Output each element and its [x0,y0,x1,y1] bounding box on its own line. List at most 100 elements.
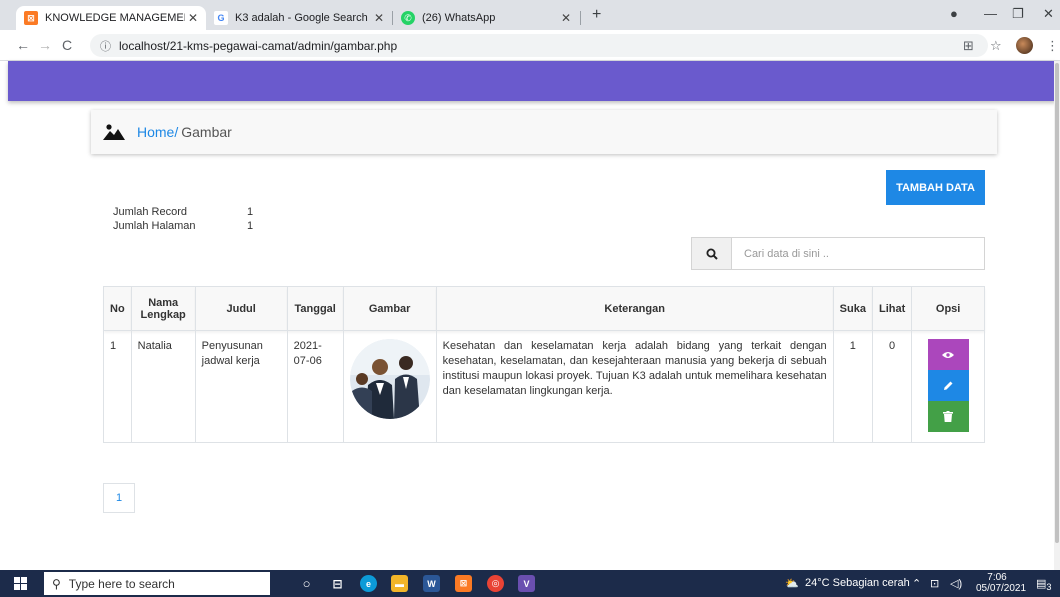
cortana-icon[interactable]: ○ [298,575,315,592]
whatsapp-icon: ✆ [401,11,415,25]
taskbar-search-box[interactable]: ⚲ Type here to search [44,572,270,595]
xampp-icon: ⊠ [24,11,38,25]
breadcrumb: Home / Gambar [91,110,997,154]
tray-chevron-icon[interactable]: ⌃ [912,577,921,590]
close-tab-icon[interactable]: ✕ [374,11,384,25]
search-icon: ⚲ [52,576,61,591]
page-scrollbar[interactable] [1054,61,1060,570]
clock-date: 05/07/2021 [976,583,1027,594]
tab-title: KNOWLEDGE MANAGEMENT SYSTEM [45,12,185,24]
restore-icon[interactable]: ❐ [1012,6,1024,22]
tab-separator [580,11,581,25]
weather-icon[interactable]: ⛅ [785,577,799,590]
col-header-judul: Judul [194,286,288,331]
record-count-value: 1 [247,206,254,218]
volume-icon[interactable]: ◁) [950,577,962,590]
back-icon[interactable]: ← [16,37,30,53]
minimize-icon[interactable]: — [984,6,997,21]
windows-start-icon[interactable] [14,577,27,590]
breadcrumb-home-link[interactable]: Home [137,124,174,140]
cell-lihat: 0 [871,330,913,443]
cell-keterangan: Kesehatan dan keselamatan kerja adalah b… [435,330,834,443]
search-input[interactable] [732,238,984,269]
visual-studio-icon[interactable]: V [518,575,535,592]
info-icon[interactable]: ⓘ [100,38,111,54]
reload-icon[interactable]: C [62,37,72,53]
cell-gambar [342,330,437,443]
bookmark-star-icon[interactable]: ☆ [990,38,1002,54]
col-header-keterangan: Keterangan [435,286,834,331]
col-header-suka: Suka [832,286,873,331]
add-data-button[interactable]: TAMBAH DATA [886,170,985,205]
table-row: 1 Natalia Penyusunan jadwal kerja 2021-0… [103,330,985,443]
task-view-icon[interactable]: ⊟ [329,575,346,592]
taskbar-clock[interactable]: 7:06 05/07/2021 [976,572,1027,594]
record-count-label: Jumlah Record [113,206,187,218]
pagination-page-1[interactable]: 1 [103,483,135,513]
view-button[interactable] [927,339,969,370]
thumbnail-image[interactable] [349,339,430,419]
search-icon [706,248,718,260]
notification-center-icon[interactable]: ▤3 [1036,577,1052,592]
windows-taskbar: ⚲ Type here to search ○ ⊟ e ▬ W ⊠ ◎ V ⛅ … [0,570,1060,597]
page-count-label: Jumlah Halaman [113,220,196,232]
browser-tab-strip: ⊠ KNOWLEDGE MANAGEMENT SYSTEM ✕ G K3 ada… [0,0,1060,30]
delete-button[interactable] [927,401,969,432]
cell-opsi [911,330,985,443]
col-header-tanggal: Tanggal [286,286,344,331]
breadcrumb-current: Gambar [181,124,232,140]
app-header-bar [8,61,1056,101]
address-bar[interactable]: ⓘ localhost/21-kms-pegawai-camat/admin/g… [90,34,988,57]
scrollbar-thumb[interactable] [1055,63,1059,543]
close-tab-icon[interactable]: ✕ [561,11,571,25]
forward-icon[interactable]: → [38,37,52,53]
menu-kebab-icon[interactable]: ⋮ [1046,38,1059,54]
cell-suka: 1 [832,330,873,443]
tab-google-search[interactable]: G K3 adalah - Google Search ✕ [206,6,392,30]
col-header-no: No [103,286,132,331]
file-explorer-icon[interactable]: ▬ [391,575,408,592]
cell-tanggal: 2021-07-06 [286,330,344,443]
clock-time: 7:06 [987,572,1007,583]
search-box [691,237,985,270]
table-header-row: No Nama Lengkap Judul Tanggal Gambar Ket… [103,286,985,331]
search-button[interactable] [692,238,732,269]
edge-icon[interactable]: e [360,575,377,592]
word-icon[interactable]: W [423,575,440,592]
image-icon [103,124,125,140]
col-header-nama: Nama Lengkap [130,286,196,331]
tab-title: K3 adalah - Google Search [235,12,368,24]
record-indicator-icon[interactable]: ● [950,6,958,21]
page-count-value: 1 [247,220,254,232]
new-tab-button[interactable]: + [592,6,601,24]
col-header-opsi: Opsi [911,286,985,331]
eye-icon [942,351,955,358]
weather-text[interactable]: 24°C Sebagian cerah [805,577,910,589]
data-table: No Nama Lengkap Judul Tanggal Gambar Ket… [103,286,985,443]
close-tab-icon[interactable]: ✕ [188,11,198,25]
trash-icon [943,411,954,422]
cell-judul: Penyusunan jadwal kerja [194,330,288,443]
close-window-icon[interactable]: ✕ [1043,6,1054,22]
tab-title: (26) WhatsApp [422,12,496,24]
edit-button[interactable] [927,370,969,401]
google-icon: G [214,11,228,25]
browser-toolbar: ← → C ⓘ localhost/21-kms-pegawai-camat/a… [0,30,1060,61]
taskbar-search-placeholder: Type here to search [68,576,175,591]
url-text: localhost/21-kms-pegawai-camat/admin/gam… [119,38,398,53]
notification-count: 3 [1046,582,1052,593]
translate-icon[interactable]: ⊞ [963,38,974,54]
col-header-lihat: Lihat [871,286,913,331]
chrome-icon[interactable]: ◎ [487,575,504,592]
breadcrumb-separator: / [174,124,179,140]
cell-nama: Natalia [130,330,196,443]
cell-no: 1 [103,330,132,443]
col-header-gambar: Gambar [342,286,437,331]
tab-knowledge-management[interactable]: ⊠ KNOWLEDGE MANAGEMENT SYSTEM ✕ [16,6,206,30]
record-summary: Jumlah Record 1 Jumlah Halaman 1 [113,205,253,233]
xampp-icon[interactable]: ⊠ [455,575,472,592]
profile-avatar[interactable] [1016,37,1033,54]
network-icon[interactable]: ⊡ [930,577,939,590]
pencil-icon [943,381,953,390]
tab-whatsapp[interactable]: ✆ (26) WhatsApp ✕ [393,6,579,30]
